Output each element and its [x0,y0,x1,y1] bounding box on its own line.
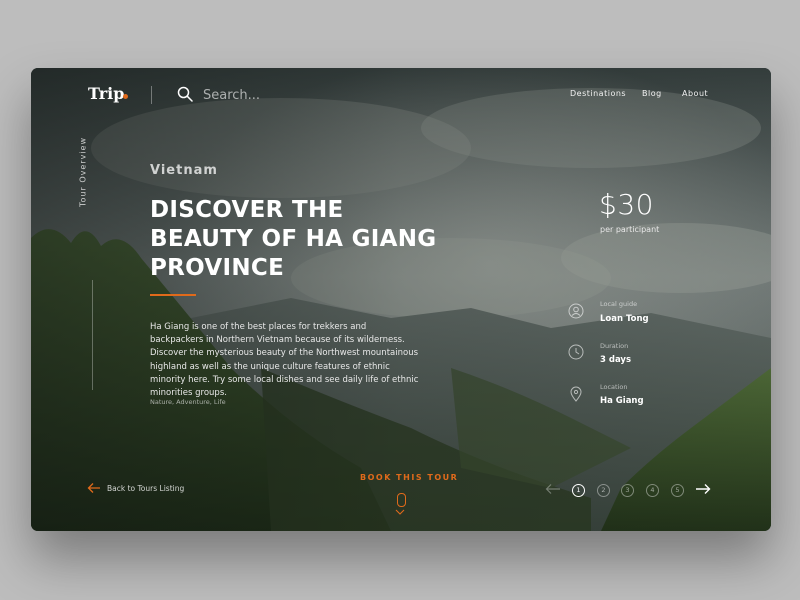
info-value: Loan Tong [600,314,649,324]
tour-tags: Nature, Adventure, Life [150,398,226,406]
nav-blog[interactable]: Blog [642,89,662,98]
side-divider-line [92,280,93,390]
book-tour-button[interactable]: BOOK THIS TOUR [360,473,458,482]
image-overlay [31,68,771,531]
title-underline [150,294,196,296]
tour-country: Vietnam [150,163,218,178]
tour-price: $30 [599,188,654,221]
chevron-down-icon [395,509,405,515]
nav-about[interactable]: About [682,89,708,98]
info-label: Location [600,383,628,391]
price-unit: per participant [600,225,660,234]
clock-icon [568,344,584,360]
tour-description: Ha Giang is one of the best places for t… [150,322,419,399]
info-value: Ha Giang [600,396,644,406]
user-icon [568,303,584,319]
scroll-mouse-icon [397,493,406,507]
page-3-button[interactable]: 3 [621,484,634,497]
info-label: Local guide [600,300,638,308]
logo-dot [123,94,128,99]
logo[interactable]: Trip [88,84,124,103]
page-4-button[interactable]: 4 [646,484,659,497]
info-value: 3 days [600,355,632,365]
tour-title: DISCOVER THE BEAUTY OF HA GIANG PROVINCE [150,196,436,283]
tour-overview-label: Tour Overview [78,137,88,207]
tour-title-line: DISCOVER THE [150,197,344,223]
hero-card: Trip Destinations Blog About Tour Overvi… [31,68,771,531]
header-divider [151,86,152,104]
page-5-button[interactable]: 5 [671,484,684,497]
tour-title-line: BEAUTY OF HA GIANG [150,226,437,252]
search-icon[interactable] [177,86,193,102]
arrow-right-icon[interactable] [695,483,711,495]
info-label: Duration [600,342,629,350]
nav-destinations[interactable]: Destinations [570,89,626,98]
tour-title-line: PROVINCE [150,255,285,281]
back-to-listing-link[interactable]: Back to Tours Listing [107,484,184,493]
location-pin-icon [570,386,582,402]
search-input[interactable] [203,85,343,105]
page-1-button[interactable]: 1 [572,484,585,497]
page-2-button[interactable]: 2 [597,484,610,497]
arrow-left-icon[interactable] [87,482,101,494]
arrow-left-icon[interactable] [545,483,561,495]
